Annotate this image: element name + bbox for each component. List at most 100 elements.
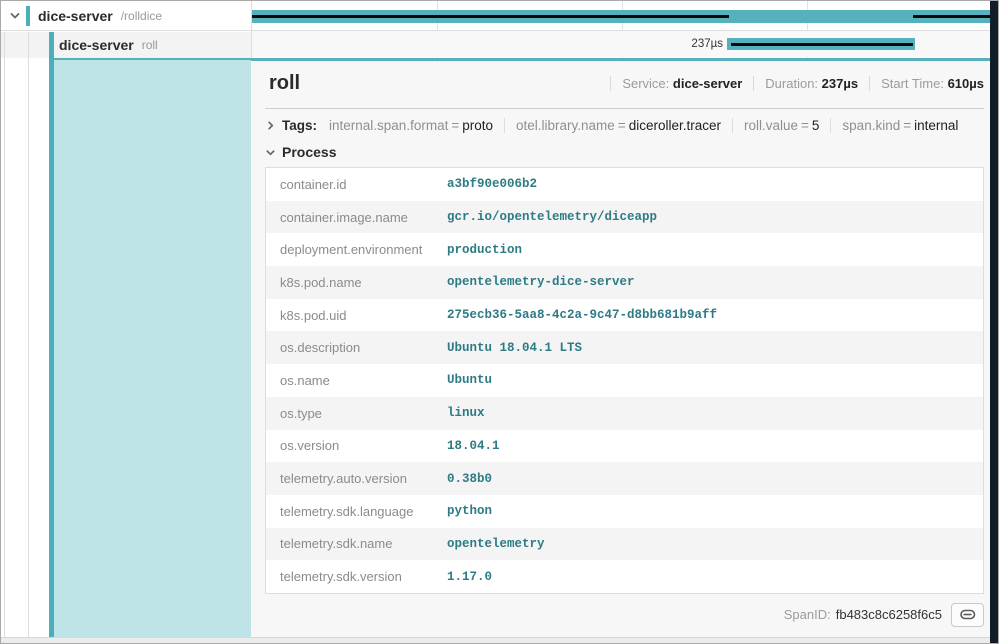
process-section-label: Process — [282, 144, 336, 160]
link-icon — [959, 609, 976, 620]
attribute-key: k8s.pod.uid — [266, 308, 447, 323]
table-row[interactable]: telemetry.auto.version 0.38b0 — [266, 462, 983, 495]
span-detail-panel: roll Service: dice-server Duration: 237µ… — [251, 58, 992, 639]
table-row[interactable]: container.id a3bf90e006b2 — [266, 168, 983, 201]
tags-list: internal.span.format=proto otel.library.… — [321, 118, 969, 133]
table-row[interactable]: telemetry.sdk.version 1.17.0 — [266, 560, 983, 593]
span-id-label: SpanID: — [784, 607, 831, 622]
tag-equals: = — [798, 118, 812, 133]
attribute-key: os.version — [266, 438, 447, 453]
attribute-key: deployment.environment — [266, 242, 447, 257]
timeline-row-roll: 237µs — [252, 31, 992, 57]
tag-value: internal — [914, 118, 958, 133]
span-bar-roll[interactable] — [727, 38, 915, 50]
tag-equals: = — [448, 118, 462, 133]
operation-name: roll — [142, 38, 158, 52]
summary-value: 610µs — [948, 76, 984, 91]
tag-equals: = — [615, 118, 629, 133]
table-row[interactable]: k8s.pod.uid 275ecb36-5aa8-4c2a-9c47-d8bb… — [266, 299, 983, 332]
trace-detail-view: dice-server /rolldice dice-server roll 2… — [0, 0, 999, 644]
attribute-value: opentelemetry — [447, 537, 545, 551]
tag-equals: = — [900, 118, 914, 133]
tag-value: 5 — [812, 118, 820, 133]
tag-item: roll.value=5 — [732, 118, 830, 133]
span-self-marker — [731, 43, 913, 46]
child-span-marker — [252, 15, 729, 18]
table-row[interactable]: k8s.pod.name opentelemetry-dice-server — [266, 266, 983, 299]
span-color-bar — [49, 32, 54, 58]
process-section-header[interactable]: Process — [265, 144, 984, 160]
span-row-rolldice[interactable]: dice-server /rolldice — [1, 1, 251, 31]
tags-section-header[interactable]: Tags: internal.span.format=proto otel.li… — [265, 118, 984, 133]
table-row[interactable]: telemetry.sdk.language python — [266, 495, 983, 528]
summary-item: Duration: 237µs — [753, 76, 869, 91]
table-row[interactable]: os.description Ubuntu 18.04.1 LTS — [266, 331, 983, 364]
tag-key: roll.value — [744, 118, 798, 133]
attribute-key: container.image.name — [266, 210, 447, 225]
header-divider — [265, 108, 984, 109]
tag-key: span.kind — [842, 118, 900, 133]
attribute-value: 0.38b0 — [447, 472, 492, 486]
service-name: dice-server — [38, 8, 113, 24]
table-row[interactable]: os.type linux — [266, 397, 983, 430]
span-color-bar — [26, 6, 30, 26]
span-detail-footer: SpanID: fb483c8c6258f6c5 — [265, 602, 984, 628]
table-row[interactable]: telemetry.sdk.name opentelemetry — [266, 528, 983, 561]
attribute-key: telemetry.sdk.version — [266, 569, 447, 584]
attribute-value: Ubuntu — [447, 373, 492, 387]
selection-fill — [54, 58, 251, 639]
summary-item: Service: dice-server — [610, 76, 753, 91]
attribute-value: Ubuntu 18.04.1 LTS — [447, 341, 582, 355]
span-duration-label: 237µs — [691, 38, 723, 50]
summary-label: Service: — [622, 76, 669, 91]
selected-span-highlight — [1, 58, 251, 639]
attribute-value: python — [447, 504, 492, 518]
attribute-key: os.name — [266, 373, 447, 388]
chevron-down-icon[interactable] — [9, 10, 21, 22]
indent-guide — [28, 32, 29, 58]
timeline: 237µs — [251, 1, 992, 58]
attribute-key: k8s.pod.name — [266, 275, 447, 290]
attribute-key: container.id — [266, 177, 447, 192]
span-bar-rolldice[interactable] — [252, 10, 990, 23]
chevron-down-icon — [265, 147, 276, 158]
table-row[interactable]: deployment.environment production — [266, 233, 983, 266]
tag-value: diceroller.tracer — [629, 118, 721, 133]
span-title: roll — [269, 72, 300, 95]
attribute-key: os.type — [266, 406, 447, 421]
horizontal-scrollbar-track — [1, 637, 992, 643]
operation-name: /rolldice — [121, 9, 162, 23]
attribute-key: telemetry.auto.version — [266, 471, 447, 486]
tag-key: otel.library.name — [516, 118, 615, 133]
deep-link-button[interactable] — [951, 603, 984, 627]
span-summary: Service: dice-server Duration: 237µs Sta… — [610, 76, 984, 91]
tag-item: otel.library.name=diceroller.tracer — [504, 118, 732, 133]
attribute-value: opentelemetry-dice-server — [447, 275, 635, 289]
tags-section-label: Tags: — [282, 118, 317, 133]
tag-key: internal.span.format — [329, 118, 448, 133]
attribute-key: telemetry.sdk.language — [266, 504, 447, 519]
attribute-value: linux — [447, 406, 485, 420]
span-id-value: fb483c8c6258f6c5 — [836, 607, 942, 622]
tag-value: proto — [462, 118, 493, 133]
timeline-row-rolldice — [252, 1, 992, 31]
indent-guide — [4, 32, 5, 58]
indent-guide — [28, 58, 29, 639]
attribute-value: production — [447, 243, 522, 257]
attribute-key: telemetry.sdk.name — [266, 536, 447, 551]
summary-value: 237µs — [822, 76, 858, 91]
table-row[interactable]: container.image.name gcr.io/opentelemetr… — [266, 201, 983, 234]
span-row-roll[interactable]: dice-server roll — [1, 32, 251, 58]
attribute-value: gcr.io/opentelemetry/diceapp — [447, 210, 657, 224]
service-name: dice-server — [59, 37, 134, 53]
attribute-value: a3bf90e006b2 — [447, 177, 537, 191]
summary-value: dice-server — [673, 76, 742, 91]
window-edge — [990, 1, 998, 644]
table-row[interactable]: os.name Ubuntu — [266, 364, 983, 397]
attribute-value: 275ecb36-5aa8-4c2a-9c47-d8bb681b9aff — [447, 308, 717, 322]
attribute-value: 18.04.1 — [447, 439, 500, 453]
chevron-right-icon — [265, 120, 276, 131]
indent-guide — [4, 58, 5, 639]
table-row[interactable]: os.version 18.04.1 — [266, 430, 983, 463]
summary-label: Start Time: — [881, 76, 944, 91]
